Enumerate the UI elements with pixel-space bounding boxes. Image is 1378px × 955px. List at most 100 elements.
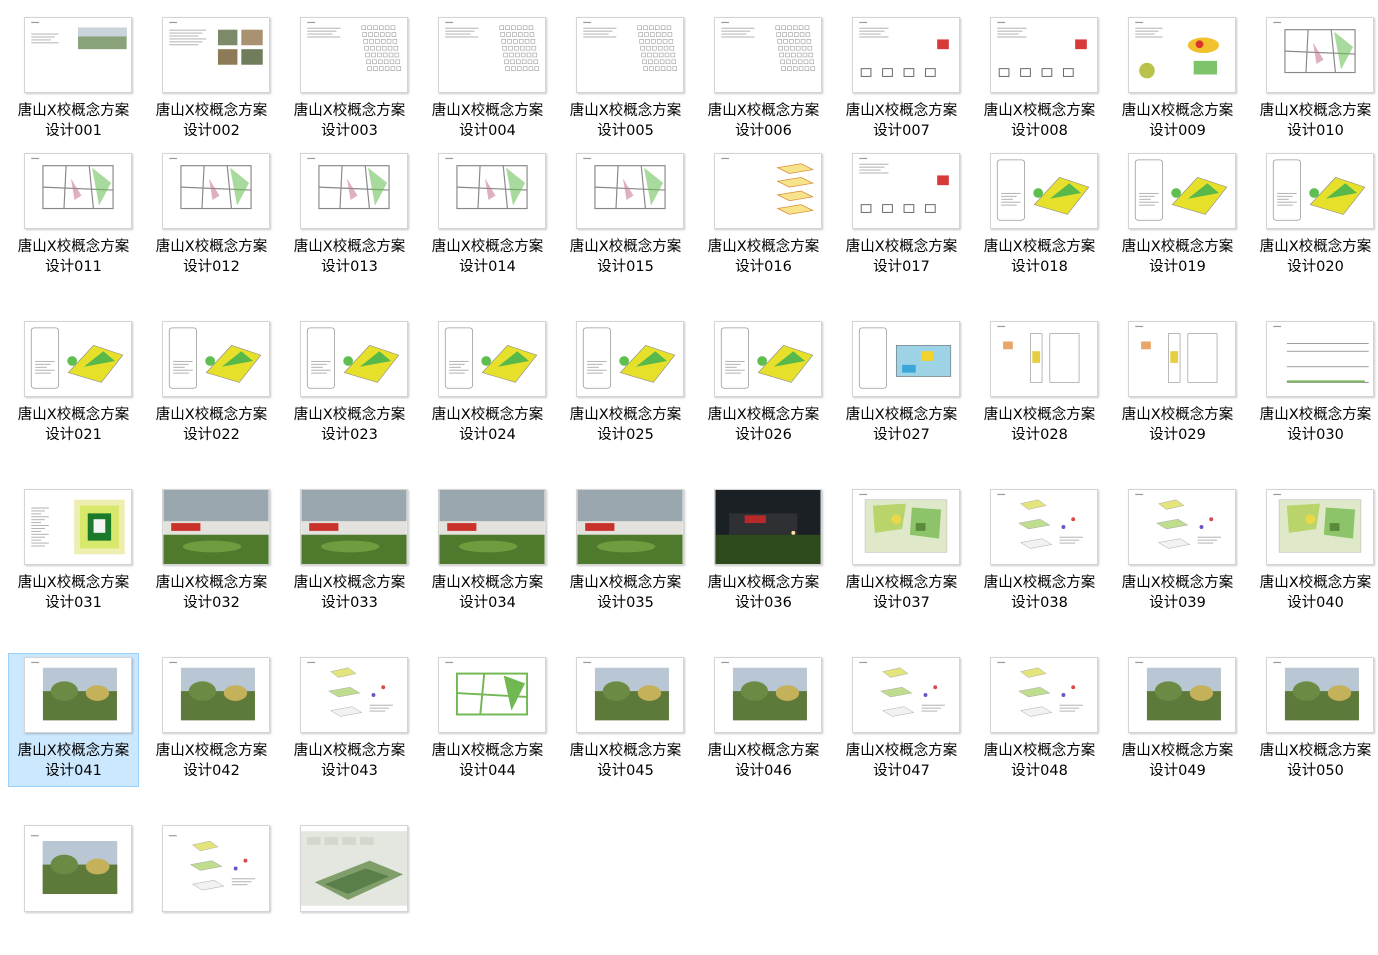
file-name-line1: 唐山X校概念方案	[17, 575, 130, 591]
file-name-line1: 唐山X校概念方案	[431, 575, 544, 591]
file-item[interactable]: 唐山X校概念方案 设计049	[1112, 653, 1243, 787]
file-item[interactable]: 唐山X校概念方案 设计040	[1250, 485, 1378, 619]
file-item[interactable]: 唐山X校概念方案 设计035	[560, 485, 691, 619]
file-thumbnail	[300, 489, 408, 565]
file-item[interactable]	[8, 821, 139, 955]
file-item[interactable]: 唐山X校概念方案 设计007	[836, 13, 967, 147]
file-item[interactable]: 唐山X校概念方案 设计014	[422, 149, 553, 283]
file-item[interactable]: 唐山X校概念方案 设计012	[146, 149, 277, 283]
file-item[interactable]: 唐山X校概念方案 设计034	[422, 485, 553, 619]
file-item[interactable]	[284, 821, 415, 955]
file-item[interactable]: 唐山X校概念方案 设计028	[974, 317, 1105, 451]
file-item[interactable]: 唐山X校概念方案 设计027	[836, 317, 967, 451]
file-item[interactable]: 唐山X校概念方案 设计013	[284, 149, 415, 283]
file-item[interactable]: 唐山X校概念方案 设计030	[1250, 317, 1378, 451]
file-thumbnail	[24, 657, 132, 733]
file-item[interactable]: 唐山X校概念方案 设计043	[284, 653, 415, 787]
file-name-label: 唐山X校概念方案 设计018	[975, 237, 1104, 277]
file-name-line1: 唐山X校概念方案	[431, 743, 544, 759]
file-name-line1: 唐山X校概念方案	[983, 407, 1096, 423]
file-item[interactable]: 唐山X校概念方案 设计019	[1112, 149, 1243, 283]
file-thumbnail	[576, 153, 684, 229]
file-item[interactable]: 唐山X校概念方案 设计041	[8, 653, 139, 787]
file-name-label: 唐山X校概念方案 设计026	[699, 405, 828, 445]
file-thumbnail	[852, 489, 960, 565]
file-thumbnail	[24, 489, 132, 565]
file-item[interactable]: 唐山X校概念方案 设计044	[422, 653, 553, 787]
file-name-label: 唐山X校概念方案 设计033	[285, 573, 414, 613]
file-item[interactable]: 唐山X校概念方案 设计045	[560, 653, 691, 787]
file-name-line1: 唐山X校概念方案	[17, 407, 130, 423]
file-item[interactable]: 唐山X校概念方案 设计033	[284, 485, 415, 619]
file-item[interactable]: 唐山X校概念方案 设计005	[560, 13, 691, 147]
file-thumbnail	[24, 825, 132, 912]
file-item[interactable]: 唐山X校概念方案 设计018	[974, 149, 1105, 283]
file-name-label: 唐山X校概念方案 设计002	[147, 101, 276, 141]
file-item[interactable]: 唐山X校概念方案 设计036	[698, 485, 829, 619]
file-item[interactable]: 唐山X校概念方案 设计031	[8, 485, 139, 619]
file-name-label: 唐山X校概念方案 设计040	[1251, 573, 1378, 613]
file-item[interactable]: 唐山X校概念方案 设计039	[1112, 485, 1243, 619]
thumbnail-preview	[1135, 493, 1221, 549]
file-item[interactable]: 唐山X校概念方案 设计008	[974, 13, 1105, 147]
thumbnail-preview	[169, 661, 255, 721]
file-name-line1: 唐山X校概念方案	[845, 239, 958, 255]
file-name-label: 唐山X校概念方案 设计024	[423, 405, 552, 445]
file-item[interactable]	[146, 821, 277, 955]
file-item[interactable]: 唐山X校概念方案 设计046	[698, 653, 829, 787]
thumbnail-preview	[859, 661, 945, 717]
file-thumbnail	[438, 17, 546, 93]
file-name-line1: 唐山X校概念方案	[17, 239, 130, 255]
file-name-line2: 设计012	[183, 259, 240, 275]
file-item[interactable]: 唐山X校概念方案 设计029	[1112, 317, 1243, 451]
file-name-line1: 唐山X校概念方案	[1259, 743, 1372, 759]
file-name-line1: 唐山X校概念方案	[155, 575, 268, 591]
file-name-line1: 唐山X校概念方案	[1121, 103, 1234, 119]
file-thumbnail	[1128, 17, 1236, 93]
file-thumbnail	[576, 657, 684, 733]
file-name-line2: 设计026	[735, 427, 792, 443]
file-item[interactable]: 唐山X校概念方案 设计010	[1250, 13, 1378, 147]
file-item[interactable]: 唐山X校概念方案 设计022	[146, 317, 277, 451]
file-name-label: 唐山X校概念方案 设计023	[285, 405, 414, 445]
file-name-line2: 设计025	[597, 427, 654, 443]
file-item[interactable]: 唐山X校概念方案 设计023	[284, 317, 415, 451]
file-item[interactable]: 唐山X校概念方案 设计001	[8, 13, 139, 147]
file-item[interactable]: 唐山X校概念方案 设计048	[974, 653, 1105, 787]
file-name-line2: 设计043	[321, 763, 378, 779]
file-item[interactable]: 唐山X校概念方案 设计009	[1112, 13, 1243, 147]
file-item[interactable]: 唐山X校概念方案 设计011	[8, 149, 139, 283]
file-name-line1: 唐山X校概念方案	[155, 103, 268, 119]
file-name-line2: 设计032	[183, 595, 240, 611]
file-item[interactable]: 唐山X校概念方案 设计038	[974, 485, 1105, 619]
file-item[interactable]: 唐山X校概念方案 设计037	[836, 485, 967, 619]
thumbnail-preview	[168, 835, 256, 891]
file-name-line1: 唐山X校概念方案	[569, 103, 682, 119]
file-name-line2: 设计050	[1287, 763, 1344, 779]
file-item[interactable]: 唐山X校概念方案 设计015	[560, 149, 691, 283]
file-item[interactable]: 唐山X校概念方案 设计047	[836, 653, 967, 787]
file-item[interactable]: 唐山X校概念方案 设计004	[422, 13, 553, 147]
file-thumbnail	[576, 321, 684, 397]
file-item[interactable]: 唐山X校概念方案 设计042	[146, 653, 277, 787]
file-thumbnail	[1266, 153, 1374, 229]
file-item[interactable]: 唐山X校概念方案 设计021	[8, 317, 139, 451]
file-item[interactable]: 唐山X校概念方案 设计003	[284, 13, 415, 147]
file-item[interactable]: 唐山X校概念方案 设计020	[1250, 149, 1378, 283]
file-name-label: 唐山X校概念方案 设计030	[1251, 405, 1378, 445]
file-name-line1: 唐山X校概念方案	[155, 407, 268, 423]
file-item[interactable]: 唐山X校概念方案 设计016	[698, 149, 829, 283]
file-item[interactable]: 唐山X校概念方案 设计032	[146, 485, 277, 619]
file-item[interactable]: 唐山X校概念方案 设计006	[698, 13, 829, 147]
file-item[interactable]: 唐山X校概念方案 设计026	[698, 317, 829, 451]
file-item[interactable]: 唐山X校概念方案 设计050	[1250, 653, 1378, 787]
thumbnail-preview	[721, 157, 815, 215]
file-item[interactable]: 唐山X校概念方案 设计024	[422, 317, 553, 451]
file-name-line2: 设计046	[735, 763, 792, 779]
file-item[interactable]: 唐山X校概念方案 设计002	[146, 13, 277, 147]
file-item[interactable]: 唐山X校概念方案 设计025	[560, 317, 691, 451]
file-name-line1: 唐山X校概念方案	[983, 239, 1096, 255]
file-item[interactable]: 唐山X校概念方案 设计017	[836, 149, 967, 283]
file-name-line2: 设计047	[873, 763, 930, 779]
file-name-line2: 设计004	[459, 123, 516, 139]
